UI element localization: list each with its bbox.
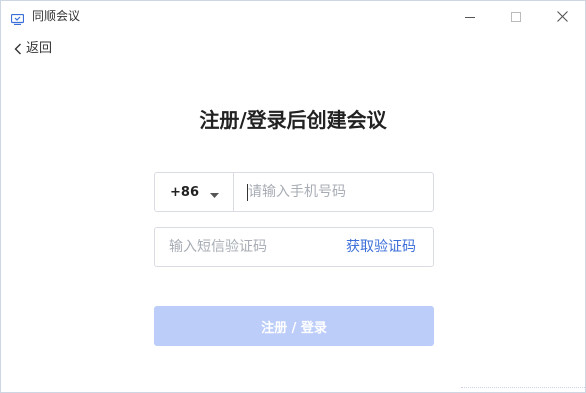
register-login-button[interactable]: 注册 / 登录 — [154, 306, 434, 346]
get-code-button[interactable]: 获取验证码 — [346, 238, 416, 256]
app-window: 同顺会议 返回 注册/登录后创建会议 +86 请输入手机号码 输入短信验证码 获… — [0, 0, 586, 393]
phone-field-group: +86 — [154, 172, 434, 212]
country-code-select[interactable]: +86 — [155, 173, 234, 211]
phone-input[interactable] — [248, 173, 428, 211]
sms-field-group: 获取验证码 — [154, 227, 434, 267]
sms-code-input[interactable] — [169, 228, 329, 266]
page-title: 注册/登录后创建会议 — [199, 108, 387, 132]
minimize-icon — [465, 7, 475, 26]
maximize-button[interactable] — [493, 1, 539, 31]
chevron-left-icon — [14, 40, 22, 59]
title-bar[interactable]: 同顺会议 — [1, 1, 585, 31]
register-login-label: 注册 / 登录 — [261, 320, 327, 336]
minimize-button[interactable] — [447, 1, 493, 31]
back-label: 返回 — [26, 41, 53, 56]
caret-down-icon — [210, 183, 219, 202]
country-code-value: +86 — [170, 184, 199, 200]
window-title: 同顺会议 — [32, 9, 81, 23]
maximize-icon — [511, 7, 521, 26]
close-button[interactable] — [539, 1, 585, 31]
close-icon — [556, 7, 568, 26]
back-button[interactable]: 返回 — [14, 40, 52, 58]
meeting-icon — [10, 10, 25, 26]
phone-input-container — [234, 173, 433, 211]
divider — [461, 387, 585, 392]
